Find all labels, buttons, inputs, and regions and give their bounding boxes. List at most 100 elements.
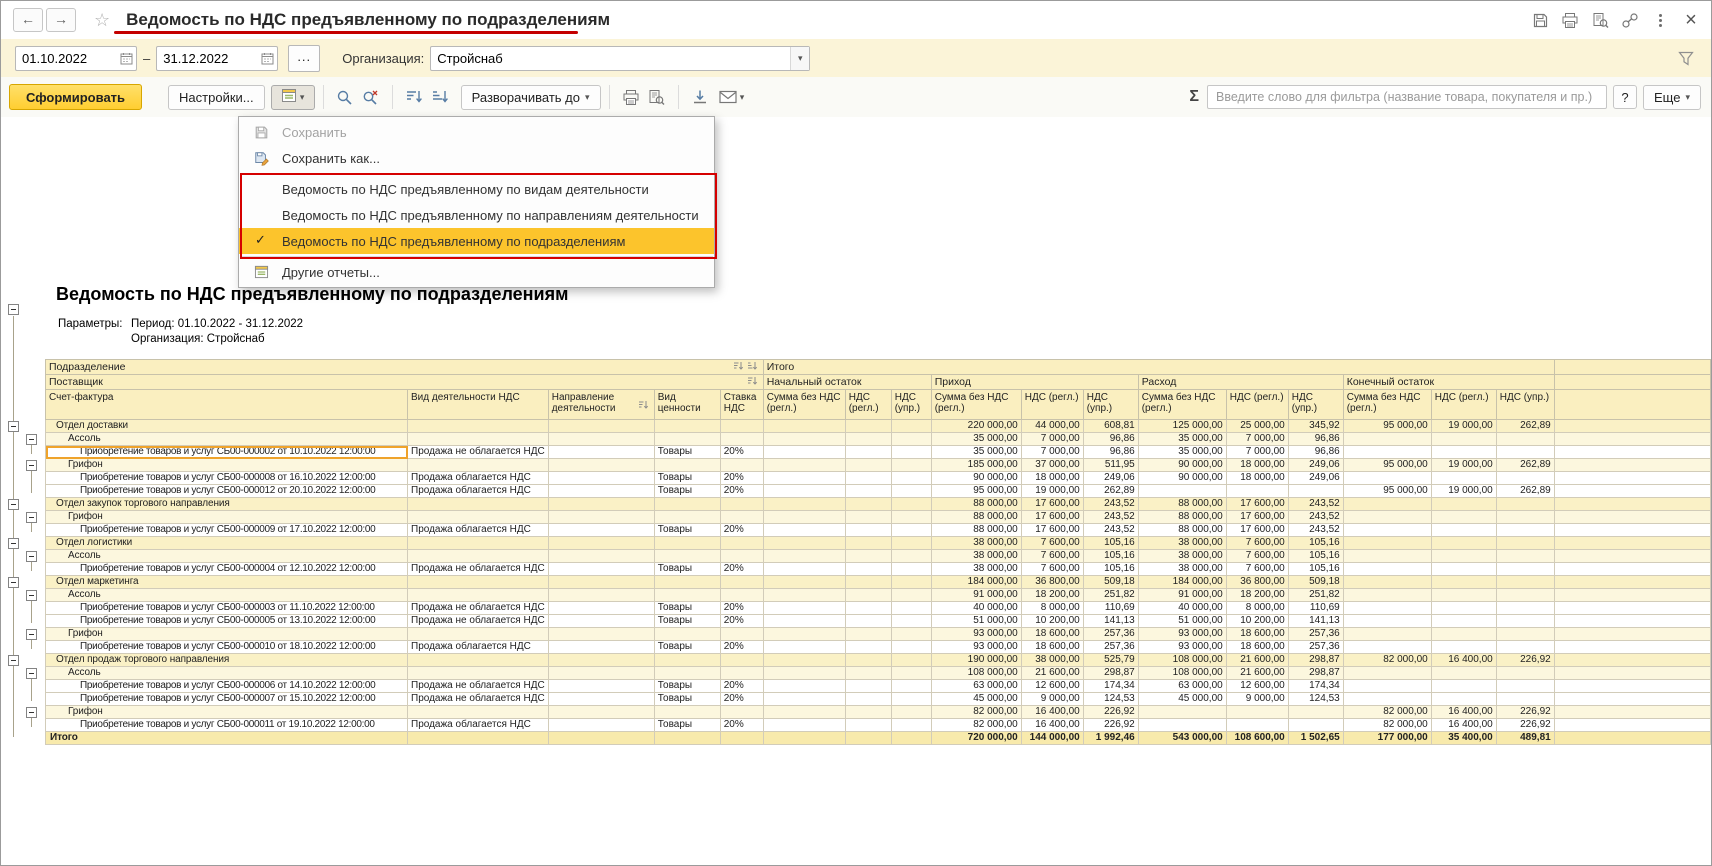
cell-vat-rate[interactable] xyxy=(720,654,763,667)
cell-amount[interactable] xyxy=(845,732,891,745)
cell-activity[interactable] xyxy=(408,589,549,602)
cell-amount[interactable] xyxy=(1496,576,1554,589)
cell-amount[interactable]: 7 600,00 xyxy=(1226,563,1288,576)
cell-name[interactable]: Приобретение товаров и услуг СБ00-000011… xyxy=(46,719,408,732)
cell-value-type[interactable] xyxy=(654,589,720,602)
cell-amount[interactable] xyxy=(845,537,891,550)
menu-item-variant-directions[interactable]: Ведомость по НДС предъявленному по напра… xyxy=(239,202,714,228)
sort-icon[interactable] xyxy=(638,400,649,413)
cell-amount[interactable] xyxy=(1431,615,1496,628)
cell-activity[interactable] xyxy=(408,420,549,433)
cell-amount[interactable] xyxy=(1343,641,1431,654)
cell-amount[interactable] xyxy=(891,654,931,667)
menu-item-variant-departments[interactable]: ✓ Ведомость по НДС предъявленному по под… xyxy=(239,228,714,254)
cell-direction[interactable] xyxy=(548,420,654,433)
cell-amount[interactable]: 105,16 xyxy=(1083,550,1138,563)
cell-amount[interactable]: 141,13 xyxy=(1288,615,1343,628)
cell-amount[interactable]: 7 600,00 xyxy=(1226,550,1288,563)
cell-amount[interactable] xyxy=(763,550,845,563)
cell-direction[interactable] xyxy=(548,706,654,719)
cell-amount[interactable] xyxy=(891,511,931,524)
cell-value-type[interactable]: Товары xyxy=(654,641,720,654)
filter-funnel-icon[interactable] xyxy=(1675,47,1697,69)
cell-amount[interactable] xyxy=(845,472,891,485)
cell-amount[interactable] xyxy=(845,680,891,693)
cell-name[interactable]: Отдел логистики xyxy=(46,537,408,550)
cell-amount[interactable]: 36 800,00 xyxy=(1226,576,1288,589)
cell-amount[interactable] xyxy=(1431,433,1496,446)
cell-amount[interactable] xyxy=(845,459,891,472)
cell-amount[interactable] xyxy=(1343,498,1431,511)
cell-amount[interactable] xyxy=(1431,498,1496,511)
date-from-input[interactable] xyxy=(16,51,116,66)
menu-item-save-as[interactable]: Сохранить как... xyxy=(239,145,714,171)
cell-amount[interactable]: 1 992,46 xyxy=(1083,732,1138,745)
more-actions-button[interactable]: Еще ▾ xyxy=(1643,85,1701,110)
cell-amount[interactable]: 95 000,00 xyxy=(931,485,1021,498)
cell-name[interactable]: Приобретение товаров и услуг СБ00-000002… xyxy=(46,446,408,459)
organization-input[interactable] xyxy=(431,51,790,66)
cell-amount[interactable]: 251,82 xyxy=(1083,589,1138,602)
cell-amount[interactable] xyxy=(1431,680,1496,693)
cell-amount[interactable]: 95 000,00 xyxy=(1343,420,1431,433)
cell-amount[interactable]: 19 000,00 xyxy=(1431,459,1496,472)
collapse-group-button[interactable] xyxy=(26,668,37,679)
settings-button[interactable]: Настройки... xyxy=(168,85,265,110)
cell-amount[interactable] xyxy=(1496,667,1554,680)
cell-amount[interactable]: 95 000,00 xyxy=(1343,459,1431,472)
cell-amount[interactable]: 251,82 xyxy=(1288,589,1343,602)
sort-icon[interactable] xyxy=(747,361,758,374)
cell-amount[interactable]: 18 200,00 xyxy=(1021,589,1083,602)
cell-amount[interactable]: 220 000,00 xyxy=(931,420,1021,433)
cell-amount[interactable] xyxy=(1496,628,1554,641)
cell-amount[interactable] xyxy=(845,498,891,511)
cell-amount[interactable]: 96,86 xyxy=(1288,433,1343,446)
cell-name[interactable]: Ассоль xyxy=(46,550,408,563)
cell-amount[interactable]: 40 000,00 xyxy=(1138,602,1226,615)
cell-value-type[interactable] xyxy=(654,498,720,511)
cell-amount[interactable] xyxy=(891,498,931,511)
cell-name[interactable]: Итого xyxy=(46,732,408,745)
cell-activity[interactable]: Продажа не облагается НДС xyxy=(408,446,549,459)
cell-amount[interactable]: 8 000,00 xyxy=(1226,602,1288,615)
search-icon[interactable] xyxy=(332,85,358,110)
cell-amount[interactable] xyxy=(1496,602,1554,615)
cell-amount[interactable]: 489,81 xyxy=(1496,732,1554,745)
cell-amount[interactable]: 17 600,00 xyxy=(1021,511,1083,524)
sort-ascending-icon[interactable] xyxy=(427,85,453,110)
cell-amount[interactable]: 249,06 xyxy=(1288,472,1343,485)
cell-amount[interactable]: 243,52 xyxy=(1083,511,1138,524)
cell-vat-rate[interactable]: 20% xyxy=(720,719,763,732)
cell-amount[interactable]: 35 000,00 xyxy=(931,433,1021,446)
cell-name[interactable]: Отдел продаж торгового направления xyxy=(46,654,408,667)
cell-amount[interactable]: 298,87 xyxy=(1083,667,1138,680)
cell-amount[interactable]: 93 000,00 xyxy=(931,641,1021,654)
cell-amount[interactable]: 35 000,00 xyxy=(1138,433,1226,446)
cell-activity[interactable] xyxy=(408,667,549,680)
cell-value-type[interactable]: Товары xyxy=(654,472,720,485)
cell-vat-rate[interactable] xyxy=(720,706,763,719)
cell-direction[interactable] xyxy=(548,472,654,485)
date-from-field[interactable] xyxy=(15,46,137,71)
cell-amount[interactable]: 257,36 xyxy=(1083,641,1138,654)
organization-combo[interactable]: ▾ xyxy=(430,46,810,71)
cell-amount[interactable] xyxy=(1496,511,1554,524)
cell-amount[interactable] xyxy=(845,719,891,732)
cell-amount[interactable]: 38 000,00 xyxy=(1021,654,1083,667)
cell-vat-rate[interactable]: 20% xyxy=(720,602,763,615)
cell-amount[interactable]: 18 600,00 xyxy=(1226,628,1288,641)
cell-amount[interactable] xyxy=(763,693,845,706)
cell-vat-rate[interactable] xyxy=(720,732,763,745)
cell-vat-rate[interactable]: 20% xyxy=(720,563,763,576)
cell-amount[interactable]: 141,13 xyxy=(1083,615,1138,628)
cell-value-type[interactable]: Товары xyxy=(654,446,720,459)
cell-amount[interactable] xyxy=(1343,550,1431,563)
cell-amount[interactable] xyxy=(763,511,845,524)
cell-amount[interactable]: 174,34 xyxy=(1083,680,1138,693)
collapse-group-button[interactable] xyxy=(26,434,37,445)
cell-amount[interactable]: 51 000,00 xyxy=(1138,615,1226,628)
cell-amount[interactable]: 25 000,00 xyxy=(1226,420,1288,433)
close-icon[interactable]: × xyxy=(1679,9,1703,31)
cell-amount[interactable]: 249,06 xyxy=(1083,472,1138,485)
cell-amount[interactable]: 262,89 xyxy=(1496,485,1554,498)
